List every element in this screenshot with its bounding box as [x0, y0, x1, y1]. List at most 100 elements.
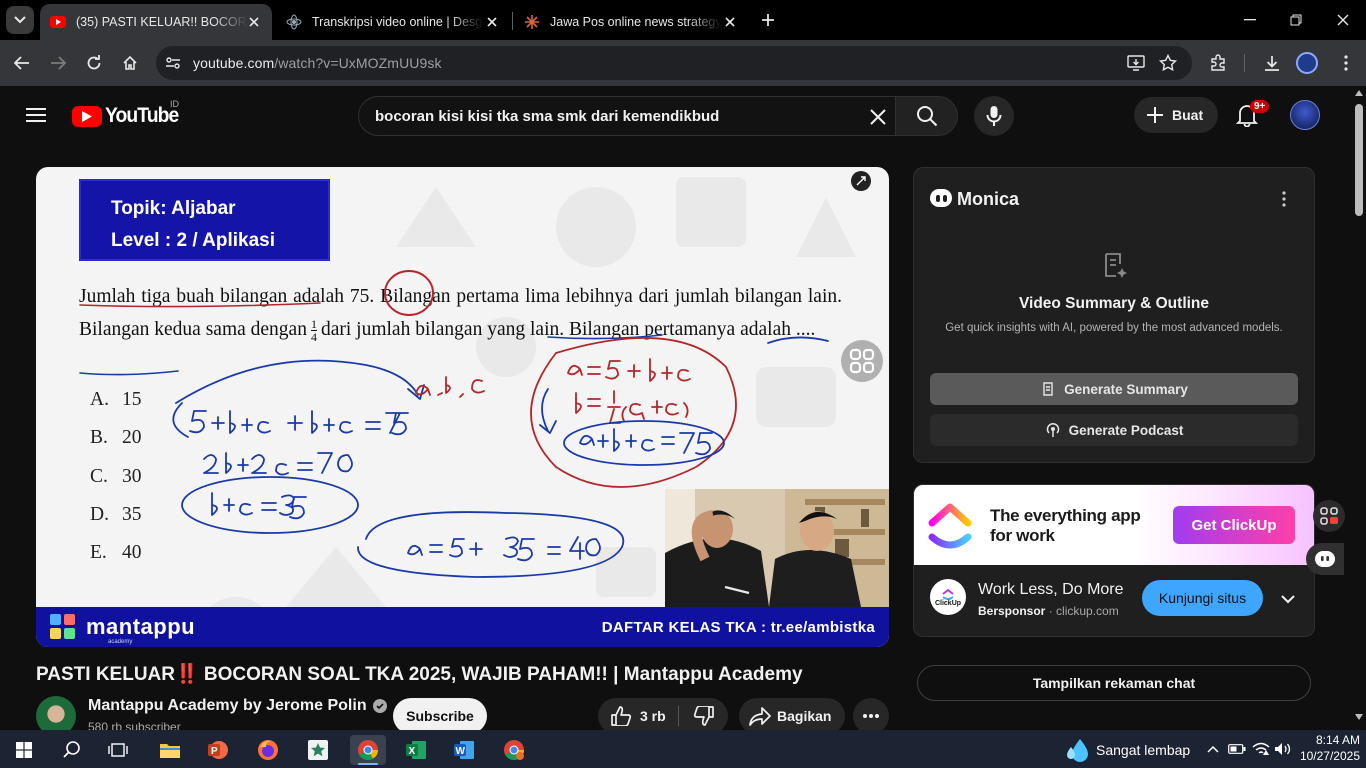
bookmark-star-icon[interactable]	[1158, 53, 1178, 73]
powerpoint-icon[interactable]: P	[200, 735, 236, 765]
browser-menu-kebab-icon[interactable]	[1334, 51, 1358, 75]
visit-site-button[interactable]: Kunjungi situs	[1142, 580, 1263, 616]
youtube-header: YouTube ID bocoran kisi kisi tka sma smk…	[0, 86, 1352, 144]
search-icon	[916, 106, 937, 127]
channel-name[interactable]: Mantappu Academy by Jerome Polin	[88, 697, 387, 715]
file-explorer-icon[interactable]	[152, 735, 188, 765]
tab-desgram[interactable]: Transkripsi video online | Desgram	[276, 4, 510, 40]
expand-ad-chevron-icon[interactable]	[1278, 589, 1298, 609]
firefox-icon[interactable]	[250, 735, 286, 765]
volume-icon[interactable]	[1274, 739, 1292, 759]
svg-text:P: P	[211, 746, 218, 757]
scroll-up-arrow-icon[interactable]	[1355, 90, 1363, 96]
extensions-puzzle-icon[interactable]	[1206, 51, 1230, 75]
forward-arrow-icon[interactable]	[46, 51, 70, 75]
monica-menu-kebab-icon[interactable]	[1274, 188, 1294, 210]
video-player[interactable]: Topik: Aljabar Level : 2 / Aplikasi Juml…	[36, 167, 889, 647]
chevron-down-icon	[14, 16, 26, 24]
miniplayer-toggle-icon[interactable]	[851, 171, 871, 191]
create-label: Buat	[1172, 107, 1204, 123]
toolbar-divider	[1244, 54, 1245, 72]
monica-heading: Video Summary & Outline	[1018, 295, 1210, 312]
scrollbar-thumb[interactable]	[1355, 104, 1363, 216]
clickup-small-logo-icon	[942, 588, 954, 600]
page-scrollbar[interactable]	[1352, 86, 1366, 730]
close-window-icon[interactable]	[1333, 10, 1353, 30]
create-button[interactable]: Buat	[1134, 97, 1218, 133]
tab-title: Jawa Pos online news strategy - Google	[550, 15, 722, 29]
home-icon[interactable]	[118, 51, 142, 75]
search-input[interactable]: bocoran kisi kisi tka sma smk dari kemen…	[358, 96, 896, 136]
show-hidden-icons-chevron-icon[interactable]	[1204, 739, 1222, 759]
search-button[interactable]	[895, 96, 958, 136]
youtube-favicon-icon	[50, 14, 66, 30]
ad-headline[interactable]: Work Less, Do More	[978, 581, 1124, 599]
podcast-icon	[1045, 422, 1061, 438]
download-icon[interactable]	[1260, 51, 1284, 75]
tab-title: (35) PASTI KELUAR!! BOCORAN SOAL TKA 202…	[76, 15, 248, 29]
voice-search-button[interactable]	[974, 96, 1014, 136]
taskbar-search-icon[interactable]	[54, 735, 90, 765]
weather-text: Sangat lembap	[1096, 742, 1191, 758]
like-dislike-group: 3 rb	[598, 698, 728, 734]
share-button[interactable]: Bagikan	[739, 698, 845, 734]
address-bar[interactable]: youtube.com/watch?v=UxMOZmUU9sk	[156, 46, 1192, 80]
restore-window-icon[interactable]	[1286, 10, 1306, 30]
close-tab-icon[interactable]	[484, 14, 500, 30]
monica-title: Monica	[957, 189, 1020, 209]
wifi-icon[interactable]	[1252, 739, 1270, 759]
task-view-icon[interactable]	[100, 735, 136, 765]
sponsored-ad-card[interactable]: The everything app for work Get ClickUp …	[913, 484, 1315, 637]
word-icon[interactable]: W	[446, 735, 482, 765]
mantappu-logo-icon	[50, 614, 76, 640]
summary-icon	[1040, 381, 1056, 397]
battery-icon[interactable]	[1228, 739, 1246, 759]
monica-grid-overlay-icon[interactable]	[841, 340, 883, 382]
back-arrow-icon[interactable]	[10, 51, 34, 75]
tab-search-button[interactable]	[6, 6, 34, 34]
country-code: ID	[170, 99, 179, 109]
hamburger-menu-icon[interactable]	[26, 105, 46, 125]
search-query-text: bocoran kisi kisi tka sma smk dari kemen…	[375, 108, 720, 125]
thumbs-down-icon	[693, 706, 714, 726]
monica-description: Get quick insights with AI, powered by t…	[945, 322, 1283, 334]
site-settings-icon[interactable]	[164, 54, 182, 72]
scroll-down-arrow-icon[interactable]	[1355, 714, 1363, 720]
browser-tab-strip: (35) PASTI KELUAR!! BOCORAN SOAL TKA 202…	[0, 0, 1366, 40]
excel-icon[interactable]: X	[398, 735, 434, 765]
windows-start-icon[interactable]	[6, 735, 42, 765]
app-star-icon[interactable]	[300, 735, 336, 765]
more-actions-icon[interactable]	[853, 698, 889, 734]
install-app-icon[interactable]	[1126, 53, 1146, 73]
chrome-icon[interactable]	[350, 735, 386, 765]
get-clickup-button[interactable]: Get ClickUp	[1173, 506, 1295, 544]
clear-search-icon[interactable]	[868, 107, 888, 127]
ad-banner[interactable]: The everything app for work Get ClickUp	[914, 485, 1314, 565]
monica-apps-fab-icon[interactable]	[1313, 500, 1345, 532]
like-button[interactable]: 3 rb	[598, 698, 678, 734]
chrome-profile-icon[interactable]	[496, 735, 532, 765]
sponsor-logo[interactable]: ClickUp	[930, 579, 966, 615]
tab-youtube[interactable]: (35) PASTI KELUAR!! BOCORAN SOAL TKA 202…	[40, 4, 272, 40]
account-avatar[interactable]	[1290, 100, 1320, 130]
sparkle-favicon-icon	[524, 14, 540, 30]
svg-text:X: X	[409, 746, 416, 757]
system-clock[interactable]: 8:14 AM 10/27/2025	[1298, 732, 1360, 764]
reload-icon[interactable]	[82, 51, 106, 75]
close-tab-icon[interactable]	[722, 14, 738, 30]
new-tab-plus-icon[interactable]	[758, 10, 778, 30]
show-chat-replay-button[interactable]: Tampilkan rekaman chat	[917, 665, 1311, 701]
generate-podcast-button[interactable]: Generate Podcast	[930, 414, 1298, 446]
weather-widget[interactable]: Sangat lembap	[1066, 737, 1190, 763]
youtube-logo[interactable]: YouTube ID	[72, 99, 185, 128]
generate-summary-button[interactable]: Generate Summary	[930, 373, 1298, 405]
video-title: PASTI KELUAR‼️ BOCORAN SOAL TKA 2025, WA…	[36, 664, 803, 685]
monica-assistant-fab-icon[interactable]	[1306, 543, 1344, 575]
close-tab-icon[interactable]	[246, 14, 262, 30]
dislike-button[interactable]	[680, 698, 728, 734]
minimize-window-icon[interactable]	[1240, 10, 1260, 30]
browser-profile-avatar[interactable]	[1296, 52, 1318, 74]
subscribe-button[interactable]: Subscribe	[393, 698, 487, 734]
tab-jawapos[interactable]: Jawa Pos online news strategy - Google	[514, 4, 748, 40]
humidity-drop-icon	[1067, 739, 1088, 762]
